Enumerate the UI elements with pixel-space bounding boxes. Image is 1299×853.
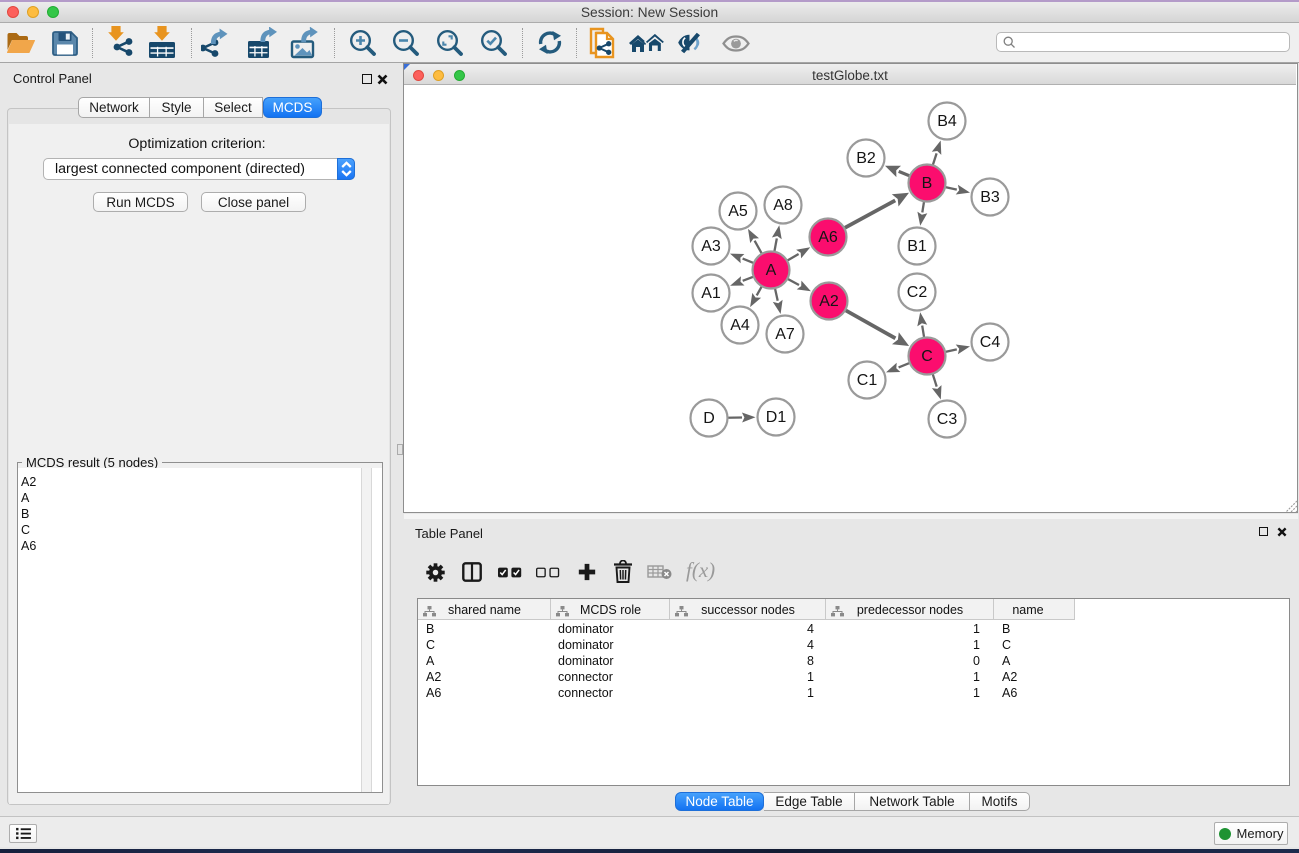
- svg-text:C2: C2: [907, 284, 928, 301]
- svg-text:D1: D1: [766, 409, 787, 426]
- svg-text:A1: A1: [701, 285, 721, 302]
- svg-text:B2: B2: [856, 150, 876, 167]
- svg-text:B4: B4: [937, 113, 957, 130]
- svg-text:A4: A4: [730, 317, 750, 334]
- svg-text:B3: B3: [980, 189, 1000, 206]
- svg-text:A7: A7: [775, 326, 795, 343]
- svg-text:D: D: [703, 410, 715, 427]
- svg-text:B: B: [922, 175, 933, 192]
- svg-text:A2: A2: [819, 293, 839, 310]
- svg-text:C1: C1: [857, 372, 878, 389]
- svg-text:C: C: [921, 348, 933, 365]
- svg-text:B1: B1: [907, 238, 927, 255]
- svg-text:A6: A6: [818, 229, 838, 246]
- svg-text:A5: A5: [728, 203, 748, 220]
- svg-text:C4: C4: [980, 334, 1001, 351]
- svg-text:A3: A3: [701, 238, 721, 255]
- svg-text:C3: C3: [937, 411, 958, 428]
- svg-text:A8: A8: [773, 197, 793, 214]
- svg-text:A: A: [766, 262, 777, 279]
